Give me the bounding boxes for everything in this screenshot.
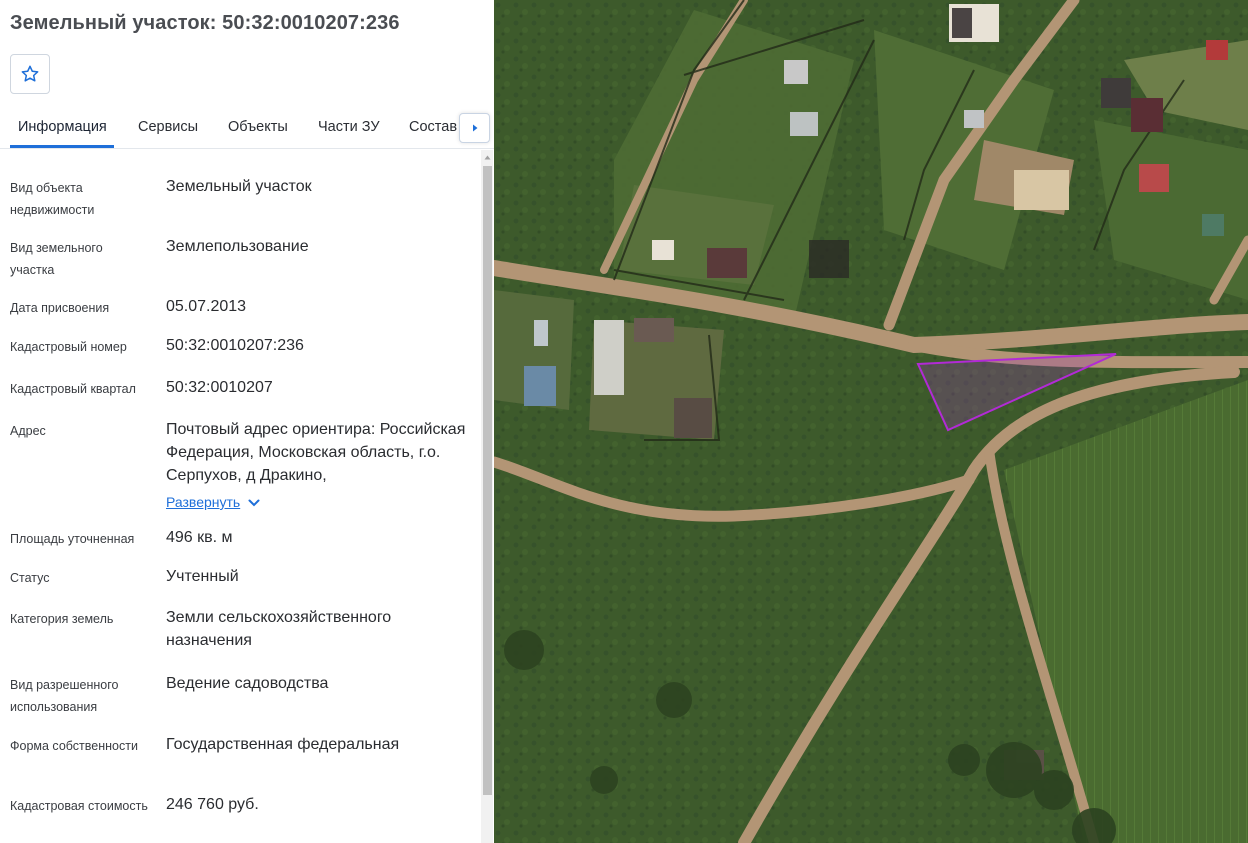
info-label: Вид разрешенного использования: [10, 678, 119, 714]
info-value: 246 760 руб.: [166, 796, 259, 813]
info-value: Землепользование: [166, 238, 309, 255]
satellite-map[interactable]: [494, 0, 1248, 843]
info-label: Площадь уточненная: [10, 532, 135, 546]
info-value-address: Почтовый адрес ориентира: Российская Фед…: [166, 418, 466, 514]
info-label: Вид объекта недвижимости: [10, 181, 95, 217]
info-value: Учтенный: [166, 568, 239, 585]
info-label: Кадастровая стоимость: [10, 799, 148, 813]
info-label: Вид земельного участка: [10, 241, 103, 277]
info-value: 50:32:0010207: [166, 379, 273, 396]
page-title: Земельный участок: 50:32:0010207:236: [10, 12, 400, 34]
tab-information[interactable]: Информация: [18, 119, 107, 135]
chevron-down-icon: [248, 499, 260, 506]
info-value: 50:32:0010207:236: [166, 337, 304, 354]
map-canvas[interactable]: [494, 0, 1248, 843]
info-value: Земельный участок: [166, 178, 312, 195]
tab-composition[interactable]: Состав: [409, 119, 457, 135]
triangle-up-icon: [484, 155, 490, 159]
active-tab-indicator: [10, 145, 114, 148]
info-label: Кадастровый квартал: [10, 382, 136, 396]
address-text: Почтовый адрес ориентира: Российская Фед…: [166, 421, 466, 484]
info-label: Адрес: [10, 424, 46, 438]
tab-bar: Информация Сервисы Объекты Части ЗУ Сост…: [0, 108, 494, 149]
info-value: 496 кв. м: [166, 529, 233, 546]
info-label: Статус: [10, 571, 50, 585]
info-label: Кадастровый номер: [10, 340, 127, 354]
info-value: 05.07.2013: [166, 298, 247, 315]
star-icon: [21, 65, 39, 82]
info-label: Дата присвоения: [10, 301, 110, 315]
tab-scroll-right-button[interactable]: [459, 113, 490, 143]
info-label: Форма собственности: [10, 739, 138, 753]
scroll-up-button[interactable]: [481, 150, 493, 164]
chevron-right-icon: [472, 124, 477, 132]
info-value: Земли сельскохозяйственного назначения: [166, 609, 392, 649]
tab-parts[interactable]: Части ЗУ: [318, 119, 380, 135]
expand-label: Развернуть: [166, 494, 241, 510]
tab-objects[interactable]: Объекты: [228, 119, 288, 135]
expand-address-link[interactable]: Развернуть: [166, 491, 260, 514]
info-value: Ведение садоводства: [166, 675, 329, 692]
info-panel: Земельный участок: 50:32:0010207:236 Инф…: [0, 0, 494, 843]
favorite-button[interactable]: [10, 54, 50, 94]
info-label: Категория земель: [10, 612, 114, 626]
tab-services[interactable]: Сервисы: [138, 119, 198, 135]
info-value: Государственная федеральная: [166, 736, 400, 753]
scrollbar-thumb[interactable]: [483, 166, 492, 795]
